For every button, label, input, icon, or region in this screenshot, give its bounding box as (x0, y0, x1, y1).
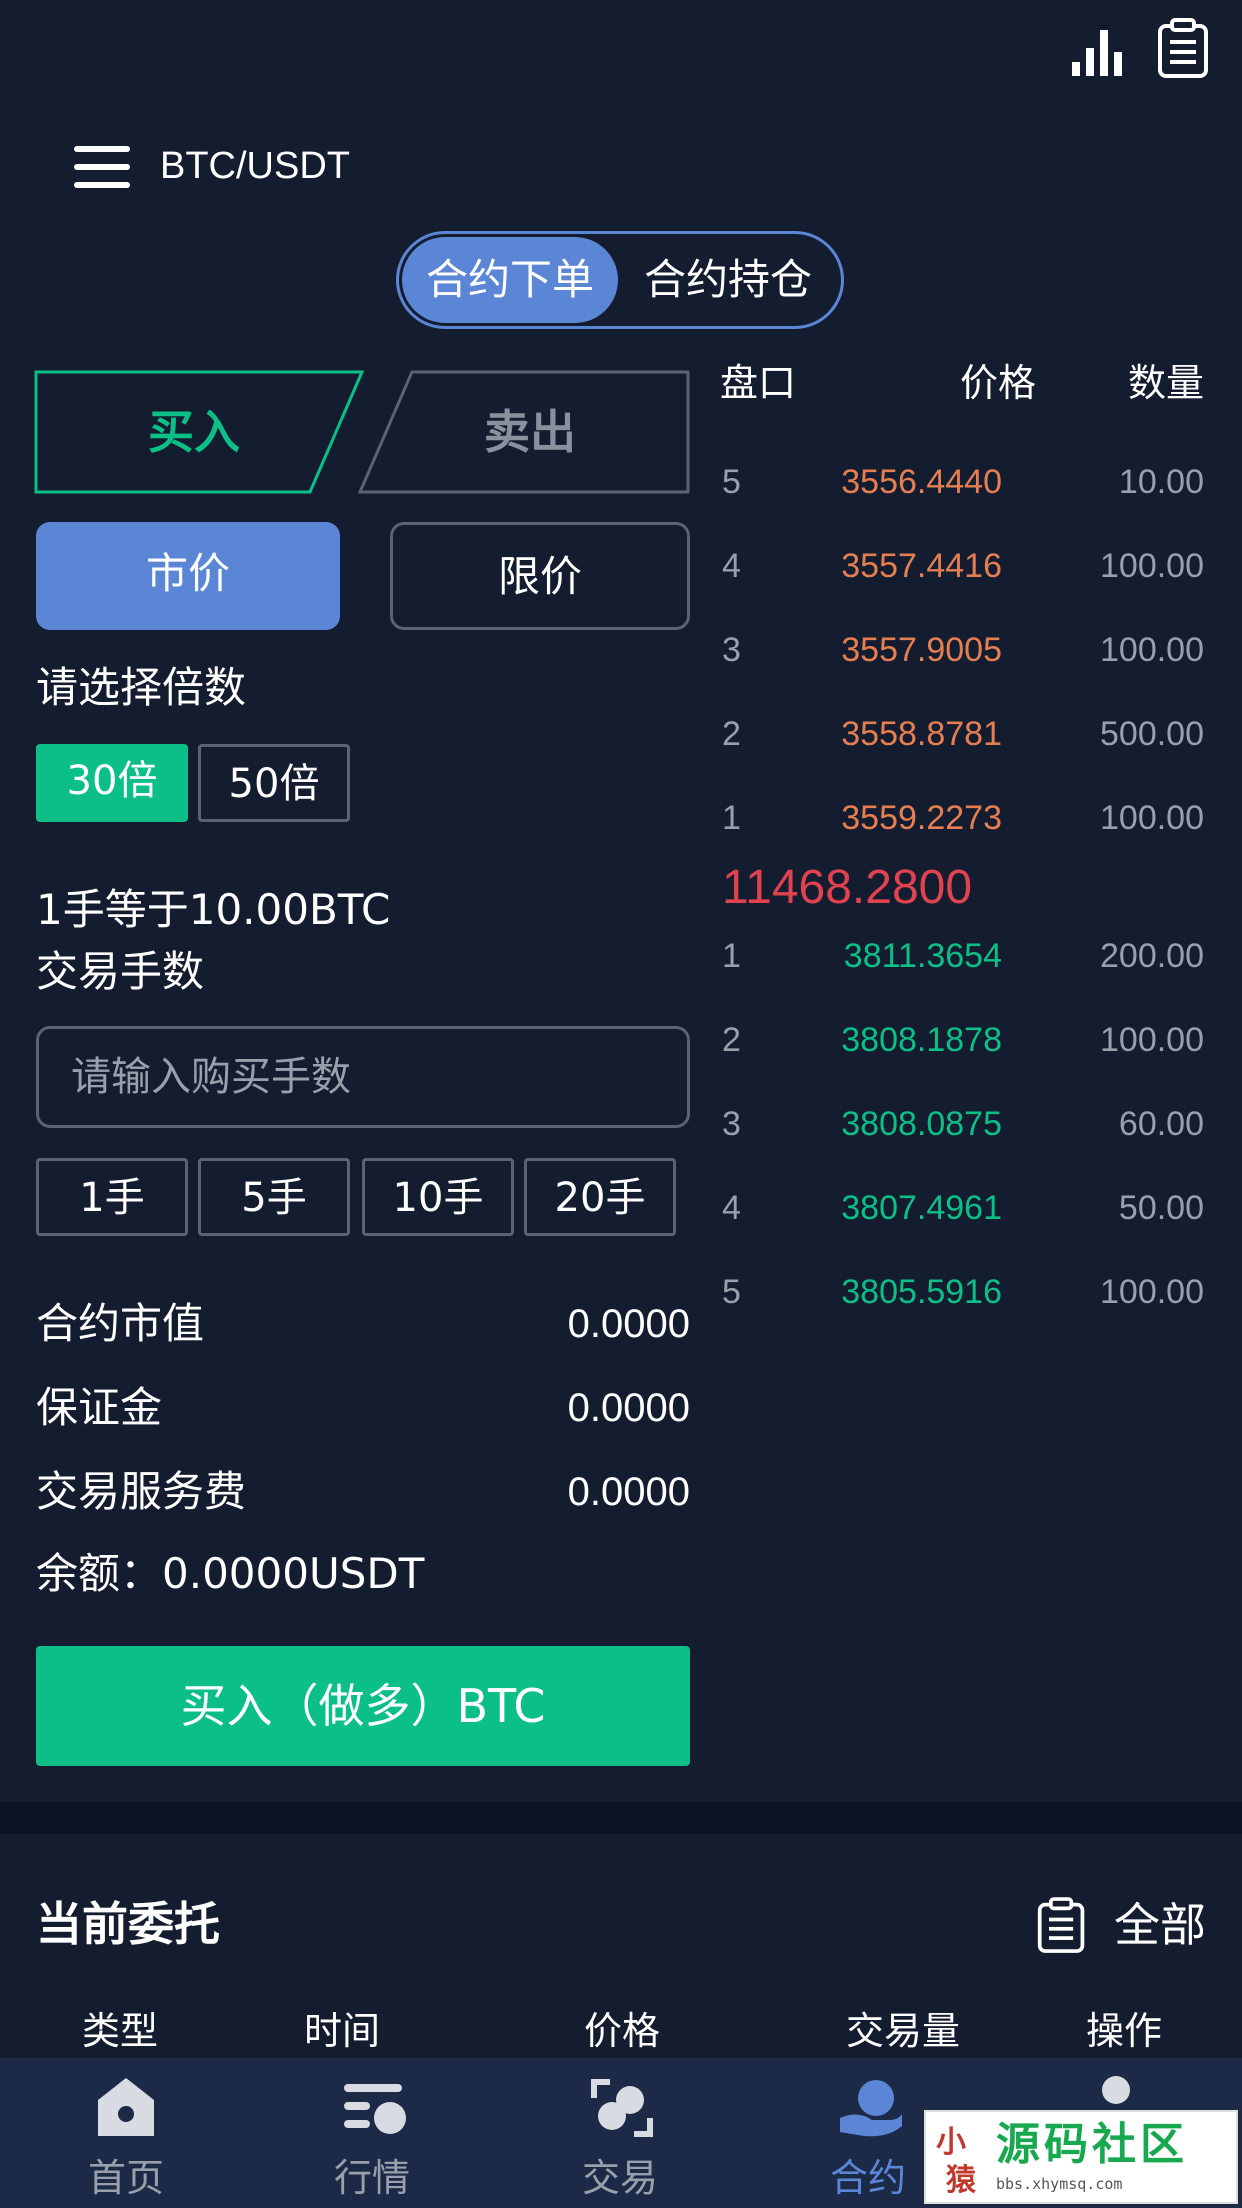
bid-price[interactable]: 3805.5916 (841, 1270, 1002, 1314)
ask-price[interactable]: 3557.4416 (841, 544, 1002, 588)
ask-index: 3 (722, 631, 741, 669)
bid-index: 1 (722, 937, 741, 975)
leverage-30x-button[interactable]: 30倍 (36, 744, 188, 822)
bid-qty: 50.00 (1118, 1189, 1204, 1227)
watermark-logo-glyph-1: 小 (936, 2125, 966, 2160)
contract-icon (840, 2080, 902, 2137)
ask-qty: 10.00 (1118, 463, 1204, 501)
nav-trade-label: 交易 (581, 2156, 658, 2200)
bid-price[interactable]: 3808.1878 (841, 1018, 1002, 1062)
ask-qty: 100.00 (1100, 631, 1204, 669)
orderbook-header-book: 盘口 (720, 361, 797, 405)
nav-home-label: 首页 (87, 2156, 164, 2200)
tab-contract-position[interactable]: 合约持仓 (618, 237, 838, 323)
contract-value-label: 合约市值 (36, 1299, 205, 1348)
ask-price[interactable]: 3559.2273 (841, 796, 1002, 840)
ask-index: 4 (722, 547, 741, 585)
buy-tab[interactable]: 买入 (54, 370, 334, 494)
clipboard-icon[interactable] (1156, 18, 1212, 80)
column-type: 类型 (82, 2009, 159, 2053)
pair-title[interactable]: BTC/USDT (160, 143, 350, 189)
lot-1-button[interactable]: 1手 (36, 1158, 188, 1236)
orderbook-header-price: 价格 (960, 361, 1037, 405)
clipboard-icon (1037, 1897, 1085, 1953)
bid-qty: 60.00 (1118, 1105, 1204, 1143)
orderbook-header-qty: 数量 (1127, 361, 1204, 405)
leverage-50x-button[interactable]: 50倍 (198, 744, 350, 822)
watermark-seal-icon: 小 猿 (936, 2125, 977, 2198)
bid-price[interactable]: 3808.0875 (841, 1102, 1002, 1146)
ask-qty: 100.00 (1100, 799, 1204, 837)
watermark-text: 源码社区 (996, 2119, 1188, 2170)
market-order-button[interactable]: 市价 (36, 522, 340, 630)
leverage-label: 请选择倍数 (36, 663, 247, 712)
bid-qty: 100.00 (1100, 1021, 1204, 1059)
lots-label: 交易手数 (36, 947, 205, 996)
last-price: 11468.2800 (722, 861, 973, 914)
ask-index: 5 (722, 463, 741, 501)
nav-market-label: 行情 (333, 2156, 410, 2200)
column-action: 操作 (1086, 2009, 1163, 2053)
lot-20-button[interactable]: 20手 (524, 1158, 676, 1236)
lot-5-button[interactable]: 5手 (198, 1158, 350, 1236)
ask-index: 2 (722, 715, 741, 753)
ask-qty: 500.00 (1100, 715, 1204, 753)
contract-value: 0.0000 (567, 1302, 690, 1346)
bid-price[interactable]: 3811.3654 (844, 934, 1002, 978)
nav-market[interactable]: 行情 (292, 2058, 452, 2208)
all-orders-label: 全部 (1114, 1898, 1206, 1952)
lot-info: 1手等于10.00BTC (36, 885, 391, 934)
lot-10-button[interactable]: 10手 (362, 1158, 514, 1236)
section-divider (0, 1802, 1242, 1834)
side-selector: 买入 卖出 (34, 370, 690, 494)
bid-index: 5 (722, 1273, 741, 1311)
nav-home[interactable]: 首页 (46, 2058, 206, 2208)
tab-contract-order[interactable]: 合约下单 (402, 237, 618, 323)
nav-trade[interactable]: 交易 (540, 2058, 700, 2208)
column-price: 价格 (584, 2009, 661, 2053)
fee-value: 0.0000 (567, 1470, 690, 1514)
quantity-input[interactable] (36, 1026, 690, 1128)
margin-value: 0.0000 (567, 1386, 690, 1430)
ask-price[interactable]: 3557.9005 (841, 628, 1002, 672)
bid-qty: 200.00 (1100, 937, 1204, 975)
bid-index: 4 (722, 1189, 741, 1227)
ask-price[interactable]: 3558.8781 (841, 712, 1002, 756)
margin-label: 保证金 (36, 1383, 163, 1432)
watermark-logo-glyph-2: 猿 (946, 2163, 977, 2198)
home-icon (98, 2078, 154, 2136)
all-orders-link[interactable]: 全部 (1036, 1890, 1206, 1960)
market-icon (344, 2084, 406, 2134)
fee-label: 交易服务费 (36, 1467, 247, 1516)
sell-tab[interactable]: 卖出 (390, 370, 670, 494)
trade-icon (591, 2079, 653, 2137)
balance-text: 余额：0.0000USDT (36, 1549, 425, 1598)
bid-index: 2 (722, 1021, 741, 1059)
bar-chart-icon[interactable] (1068, 18, 1124, 80)
column-time: 时间 (304, 2009, 381, 2053)
column-volume: 交易量 (846, 2009, 961, 2053)
ask-qty: 100.00 (1100, 547, 1204, 585)
limit-order-button[interactable]: 限价 (390, 522, 690, 630)
buy-long-button[interactable]: 买入（做多）BTC (36, 1646, 690, 1766)
ask-index: 1 (722, 799, 741, 837)
watermark-url: bbs.xhymsq.com (996, 2175, 1123, 2193)
ask-price[interactable]: 3556.4440 (841, 460, 1002, 504)
contract-tabs: 合约下单 合约持仓 (396, 231, 844, 329)
bid-index: 3 (722, 1105, 741, 1143)
bid-qty: 100.00 (1100, 1273, 1204, 1311)
watermark-logo: 小 猿 源码社区 bbs.xhymsq.com (924, 2110, 1238, 2204)
bid-price[interactable]: 3807.4961 (841, 1186, 1002, 1230)
current-orders-title: 当前委托 (36, 1897, 220, 1951)
menu-icon[interactable] (74, 146, 130, 188)
